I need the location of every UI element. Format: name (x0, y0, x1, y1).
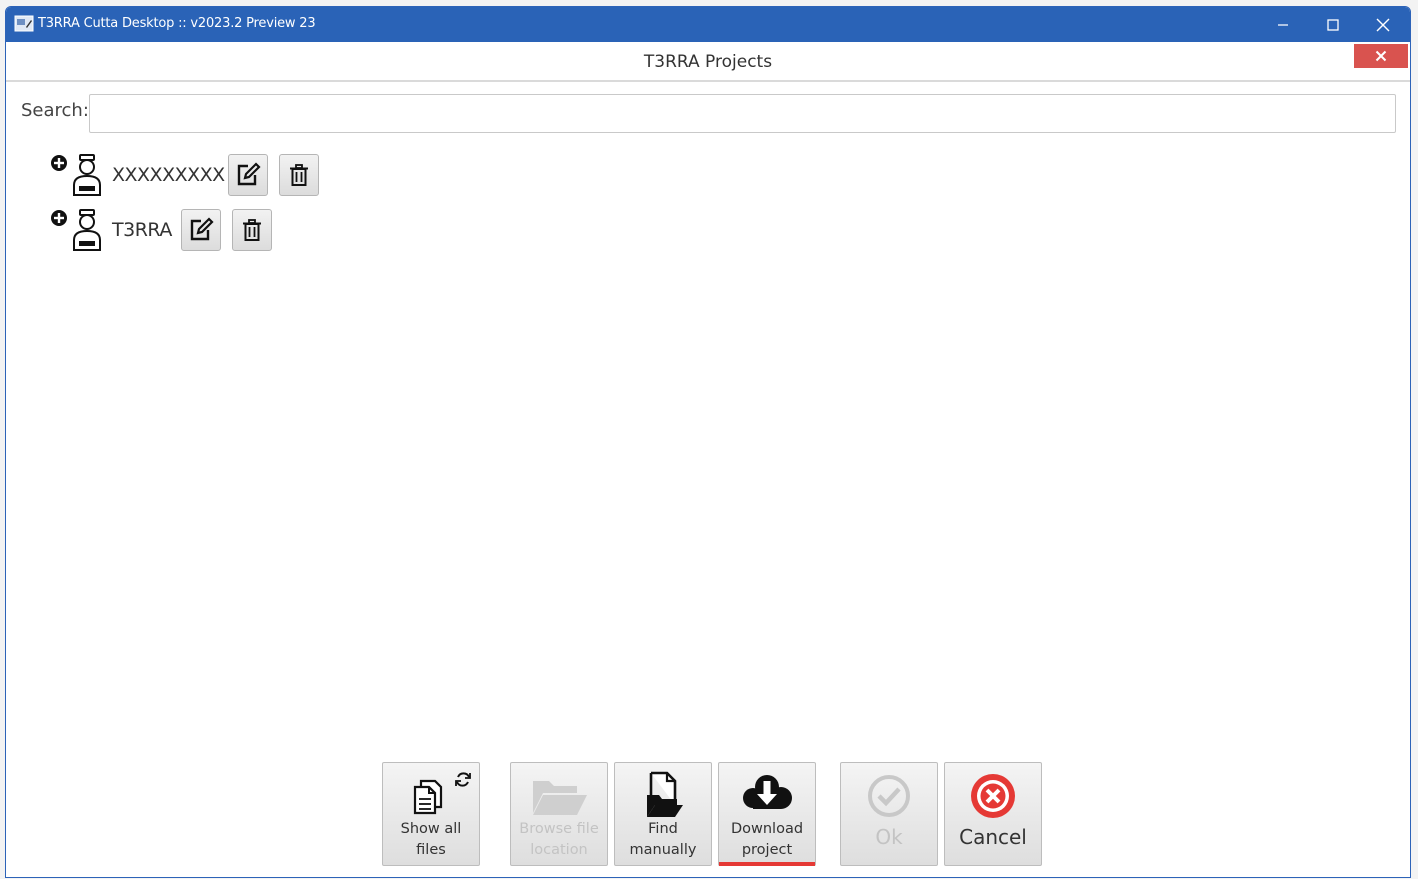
button-label: project (741, 842, 793, 858)
cloud-download-icon (743, 775, 792, 809)
download-project-button[interactable]: Download project (718, 762, 816, 866)
edit-icon (237, 162, 261, 186)
show-all-files-button[interactable]: Show all files (382, 762, 480, 866)
close-window-button[interactable] (1358, 7, 1408, 42)
copy-files-refresh-icon (413, 772, 471, 815)
check-circle-icon (868, 775, 910, 817)
cancel-button[interactable]: Cancel (944, 762, 1042, 866)
app-icon (14, 15, 34, 32)
project-name[interactable]: XXXXXXXXX (112, 164, 225, 186)
cancel-circle-icon (971, 774, 1015, 818)
ok-button[interactable]: Ok (840, 762, 938, 866)
minimize-icon (1278, 23, 1288, 26)
app-window: T3RRA Cutta Desktop :: v2023.2 Preview 2… (5, 6, 1411, 878)
minimize-button[interactable] (1258, 7, 1308, 42)
button-label: Ok (875, 825, 903, 849)
trash-icon (290, 164, 308, 186)
window-title: T3RRA Cutta Desktop :: v2023.2 Preview 2… (38, 16, 316, 31)
button-label: Show all (400, 821, 462, 837)
edit-icon (190, 217, 214, 241)
active-indicator (719, 862, 815, 866)
title-bar[interactable]: T3RRA Cutta Desktop :: v2023.2 Preview 2… (6, 7, 1410, 42)
user-icon (73, 209, 101, 251)
button-label: location (530, 842, 588, 858)
find-manually-button[interactable]: Find manually (614, 762, 712, 866)
user-icon (73, 154, 101, 196)
close-icon (1376, 18, 1390, 31)
dialog-title: T3RRA Projects (643, 52, 773, 72)
plus-circle-icon[interactable] (50, 154, 68, 172)
plus-circle-icon[interactable] (50, 209, 68, 227)
folder-icon (533, 781, 587, 815)
button-label: files (416, 842, 446, 858)
project-row: T3RRA (50, 209, 274, 253)
dialog-close-button[interactable] (1354, 44, 1408, 68)
maximize-button[interactable] (1308, 7, 1358, 42)
project-name[interactable]: T3RRA (112, 219, 172, 241)
button-label: Find (648, 821, 678, 837)
file-open-icon (647, 771, 683, 817)
search-input[interactable] (89, 94, 1396, 133)
button-label: manually (629, 842, 697, 858)
edit-project-button[interactable] (181, 209, 221, 251)
maximize-icon (1327, 18, 1339, 31)
button-label: Download (730, 821, 804, 837)
edit-project-button[interactable] (228, 154, 268, 196)
delete-project-button[interactable] (232, 209, 272, 251)
button-label: Cancel (959, 825, 1027, 849)
close-icon (1375, 50, 1387, 62)
button-label: Browse file (519, 821, 599, 837)
project-row: XXXXXXXXX (50, 154, 320, 198)
browse-file-location-button[interactable]: Browse file location (510, 762, 608, 866)
delete-project-button[interactable] (279, 154, 319, 196)
dialog-header: T3RRA Projects (6, 42, 1410, 82)
search-label: Search: (21, 100, 89, 121)
trash-icon (243, 219, 261, 241)
